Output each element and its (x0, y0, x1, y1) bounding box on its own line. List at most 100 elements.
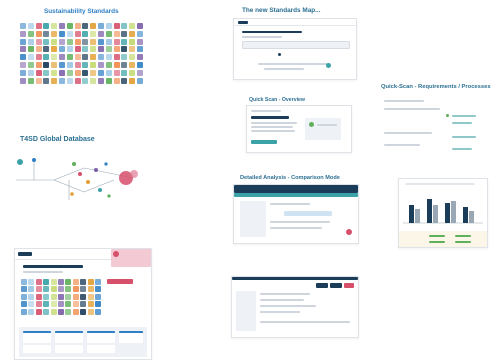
card-4[interactable] (119, 331, 143, 343)
req-line (384, 144, 420, 146)
subtitle (242, 36, 282, 38)
standard-logo (65, 301, 72, 308)
standard-logo (87, 293, 94, 300)
standard-logo (21, 308, 27, 315)
standard-logo (74, 46, 81, 53)
standard-logo (21, 279, 27, 285)
table-row (260, 299, 304, 301)
standard-logo (66, 30, 73, 37)
standard-logo (43, 23, 50, 29)
leaf-icon (326, 63, 331, 68)
logo (18, 252, 32, 256)
requirements-screenshot (380, 94, 492, 156)
slide-title-quick-scan-overview: Quick Scan - Overview (249, 97, 305, 103)
standard-logo (129, 69, 136, 76)
database-network-diagram (14, 150, 148, 206)
standard-logo (43, 77, 50, 84)
standard-logo (129, 77, 136, 84)
desc-1 (251, 122, 297, 124)
standard-logo (98, 77, 104, 84)
text-line (258, 63, 328, 65)
standard-logo (43, 301, 50, 308)
header (232, 277, 358, 280)
slide-title-new-standards-map: The new Standards Map... (242, 7, 321, 14)
card-5[interactable] (23, 345, 51, 353)
value-bar (429, 241, 445, 243)
action-button[interactable] (251, 140, 277, 144)
standard-logo (98, 23, 104, 29)
standard-logo (95, 279, 101, 285)
standard-logo (51, 30, 58, 37)
standard-logo (66, 38, 73, 45)
standard-logo (98, 38, 104, 45)
standard-logo (90, 23, 97, 29)
standard-logo (121, 62, 128, 68)
standard-logo (80, 279, 87, 285)
standard-logo (43, 293, 50, 300)
standard-logo (105, 69, 112, 76)
standard-logo (74, 54, 81, 61)
standard-logo (27, 23, 34, 29)
table-row (260, 305, 316, 307)
standard-logo (105, 46, 112, 53)
button-1[interactable] (316, 283, 328, 288)
standard-logo (50, 279, 57, 285)
text-line-2 (264, 68, 304, 70)
req-line (384, 108, 440, 110)
button-3[interactable] (344, 283, 354, 288)
standard-logo (43, 279, 50, 285)
standard-logo (51, 23, 58, 29)
standard-logo (72, 293, 79, 300)
standard-logo (90, 54, 97, 61)
table-row (260, 311, 300, 313)
standard-logo (27, 77, 34, 84)
alert-icon[interactable] (346, 229, 352, 235)
standard-logo (121, 38, 128, 45)
standard-logo (59, 54, 65, 61)
standard-logo (51, 62, 58, 68)
standard-logo (35, 293, 42, 300)
card-7[interactable] (87, 345, 115, 353)
card-1[interactable] (23, 331, 51, 343)
req-line (452, 115, 476, 117)
table-row (260, 293, 310, 295)
standard-logo (43, 62, 50, 68)
standard-logo (28, 301, 35, 308)
standard-logo (50, 301, 57, 308)
standard-logo (82, 23, 89, 29)
standard-logo (74, 77, 81, 84)
standard-logo (87, 308, 94, 315)
row-3 (270, 227, 322, 229)
standard-logo (137, 38, 143, 45)
search-input[interactable] (242, 41, 350, 49)
quick-scan-overview-screenshot (246, 105, 352, 153)
standard-logo (90, 46, 97, 53)
standard-logo (98, 30, 104, 37)
standard-logo (50, 286, 57, 293)
standard-logo (82, 46, 89, 53)
button-2[interactable] (330, 283, 342, 288)
standard-logo (21, 293, 27, 300)
cta-button[interactable] (107, 279, 133, 284)
standard-logo (65, 286, 72, 293)
row-1 (270, 203, 310, 205)
standard-logo (129, 46, 136, 53)
standards-table-screenshot (231, 276, 359, 338)
slide-title-sustainability-standards: Sustainability Standards (44, 8, 119, 15)
standard-logo (27, 54, 34, 61)
standard-logo (90, 77, 97, 84)
standard-logo (105, 77, 112, 84)
card-6[interactable] (55, 345, 83, 353)
standard-logo (66, 23, 73, 29)
standard-logo (74, 30, 81, 37)
standard-logo (82, 69, 89, 76)
standard-logo (65, 279, 72, 285)
card-3[interactable] (87, 331, 115, 343)
standard-logo (87, 286, 94, 293)
standard-logo (95, 286, 101, 293)
standard-logo (20, 54, 26, 61)
standard-logo (113, 69, 120, 76)
card-2[interactable] (55, 331, 83, 343)
standard-logo (74, 62, 81, 68)
standard-logo (59, 30, 65, 37)
